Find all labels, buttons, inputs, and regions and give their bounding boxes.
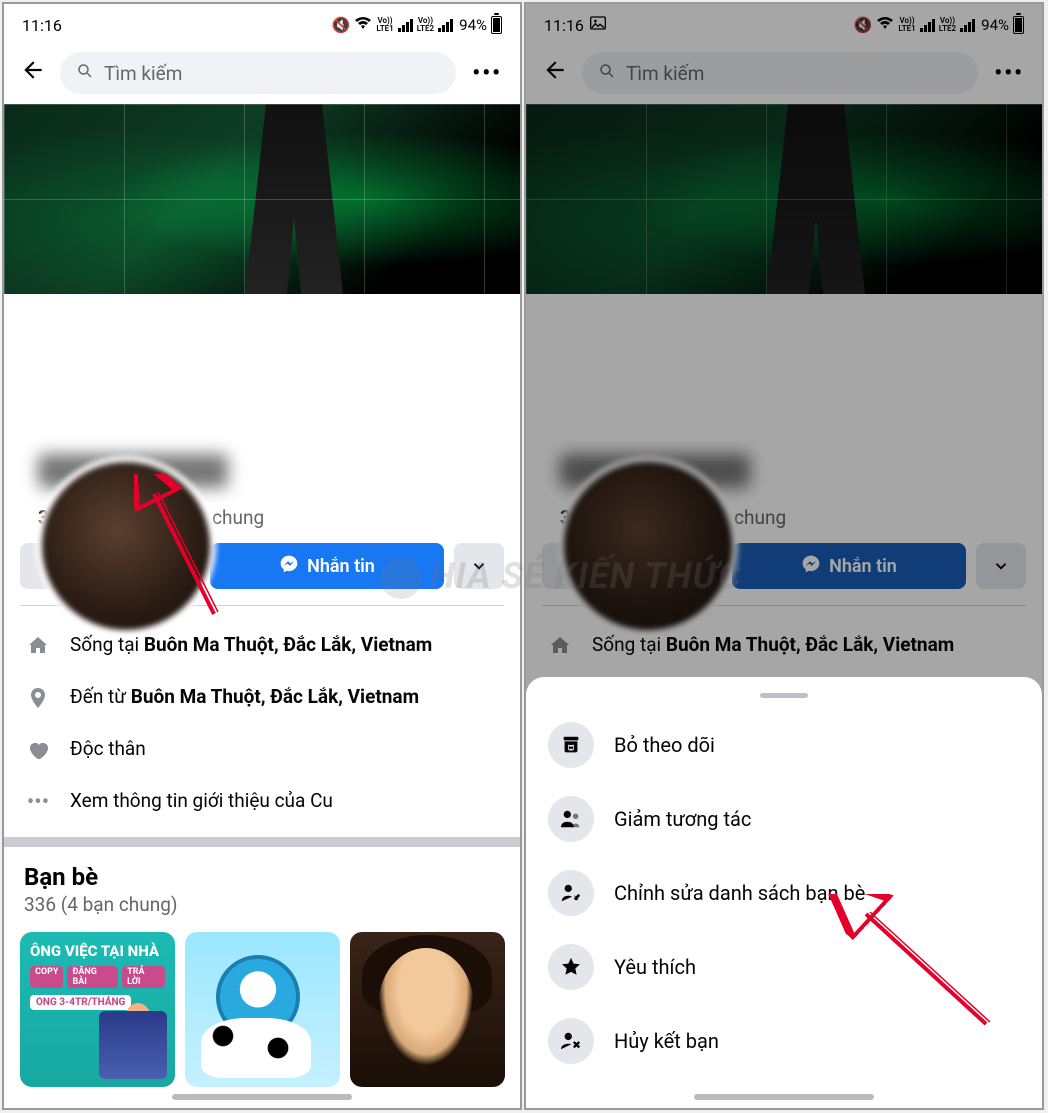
unfriend-icon [548, 1018, 594, 1064]
wifi-icon [354, 15, 372, 35]
ellipsis-icon: ••• [24, 790, 52, 815]
messenger-icon [279, 554, 299, 579]
friends-section-header[interactable]: Bạn bè 336 (4 bạn chung) [4, 847, 520, 918]
friends-subtitle: 336 (4 bạn chung) [24, 893, 500, 916]
chevron-down-icon [470, 557, 488, 575]
lives-in-row[interactable]: Sống tại Buôn Ma Thuột, Đắc Lắk, Vietnam [526, 622, 1042, 674]
gesture-bar[interactable] [172, 1094, 352, 1100]
sheet-edit-friend-list[interactable]: Chỉnh sửa danh sách bạn bè [526, 856, 1042, 930]
phone-right: 11:16 🔇 Vo)) LTE1 Vo)) LTE2 94% [524, 2, 1044, 1110]
profile-avatar[interactable] [36, 456, 216, 636]
friends-grid: ÔNG VIỆC TẠI NHÀ COPY ĐĂNG BÀI TRẢ LỜI O… [4, 918, 520, 1087]
sheet-handle[interactable] [760, 693, 808, 698]
search-field[interactable]: Tìm kiếm [60, 52, 456, 94]
messenger-icon [801, 554, 821, 579]
home-icon [24, 634, 52, 664]
home-icon [546, 634, 574, 664]
unfollow-icon [548, 722, 594, 768]
friend-tile-1[interactable]: ÔNG VIỆC TẠI NHÀ COPY ĐĂNG BÀI TRẢ LỜI O… [20, 932, 175, 1087]
top-bar: Tìm kiếm ••• [4, 46, 520, 104]
star-icon [548, 944, 594, 990]
see-about-row[interactable]: ••• Xem thông tin giới thiệu của Cu [4, 778, 520, 825]
status-time: 11:16 [22, 16, 62, 35]
lte1-label: LTE1 [376, 25, 393, 33]
gesture-bar[interactable] [694, 1094, 874, 1100]
take-break-icon [548, 796, 594, 842]
section-divider [4, 837, 520, 847]
signal-bars-2 [438, 18, 453, 32]
search-icon [76, 62, 94, 85]
edit-list-icon [548, 870, 594, 916]
more-button[interactable]: ••• [466, 61, 508, 86]
friends-title: Bạn bè [24, 863, 500, 891]
message-button[interactable]: Nhắn tin [210, 543, 444, 589]
battery-icon [491, 16, 502, 34]
battery-icon [1013, 16, 1024, 34]
friend-tile-3[interactable] [350, 932, 505, 1087]
sheet-favorite[interactable]: Yêu thích [526, 930, 1042, 1004]
cover-photo[interactable] [526, 104, 1042, 294]
sheet-unfollow[interactable]: Bỏ theo dõi [526, 708, 1042, 782]
friend-options-sheet: Bỏ theo dõi Giảm tương tác Chỉnh sửa dan… [526, 677, 1042, 1108]
more-actions-button[interactable] [454, 543, 504, 589]
lte2-label: LTE2 [417, 25, 434, 33]
heart-icon [24, 738, 52, 768]
location-icon [24, 686, 52, 716]
about-list: Sống tại Buôn Ma Thuột, Đắc Lắk, Vietnam… [4, 616, 520, 837]
more-actions-button[interactable] [976, 543, 1026, 589]
phone-left: 11:16 🔇 Vo)) LTE1 Vo)) LTE2 94% [2, 2, 522, 1110]
friend-tile-2[interactable] [185, 932, 340, 1087]
chevron-down-icon [992, 557, 1010, 575]
back-button[interactable] [16, 57, 50, 90]
search-placeholder: Tìm kiếm [104, 62, 182, 85]
battery-pct: 94% [459, 16, 487, 34]
profile-header: 336 bạn bè • 4 bạn chung Bạn bè Nhắn tin [4, 294, 520, 1087]
lives-in-row[interactable]: Sống tại Buôn Ma Thuột, Đắc Lắk, Vietnam [4, 622, 520, 674]
sheet-take-break[interactable]: Giảm tương tác [526, 782, 1042, 856]
message-button[interactable]: Nhắn tin [732, 543, 966, 589]
signal-bars-1 [398, 18, 413, 32]
profile-header: 336 bạn bè • 4 bạn chung Bạn bè Nhắn tin [526, 294, 1042, 738]
profile-avatar[interactable] [558, 456, 738, 636]
from-row[interactable]: Đến từ Buôn Ma Thuột, Đắc Lắk, Vietnam [4, 674, 520, 726]
sheet-unfriend[interactable]: Hủy kết bạn [526, 1004, 1042, 1078]
cover-photo[interactable] [4, 104, 520, 294]
relationship-row[interactable]: Độc thân [4, 726, 520, 778]
mute-icon: 🔇 [332, 16, 351, 34]
status-bar: 11:16 🔇 Vo)) LTE1 Vo)) LTE2 94% [4, 4, 520, 46]
